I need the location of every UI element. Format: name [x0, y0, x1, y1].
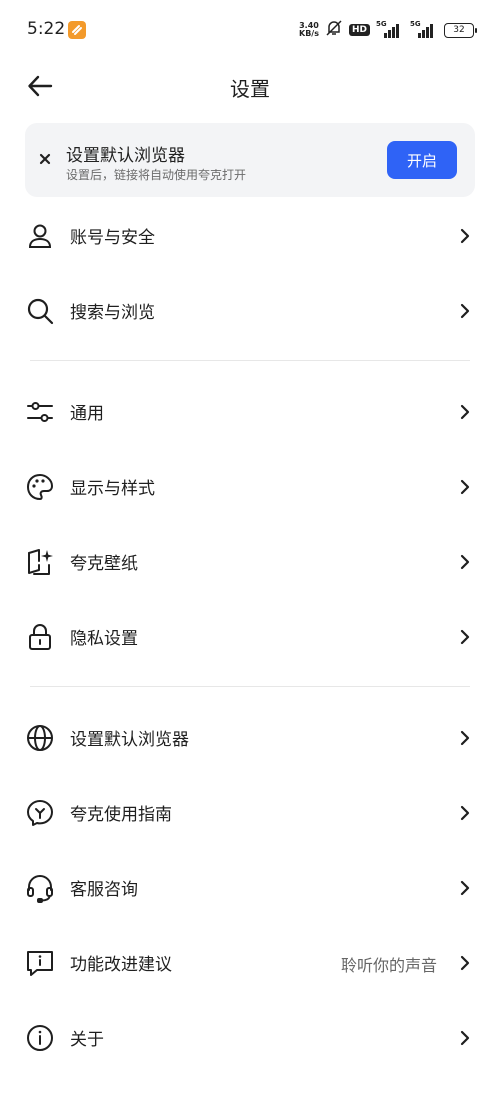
- enable-button[interactable]: 开启: [387, 141, 457, 179]
- globe-icon: [27, 725, 53, 751]
- wallpaper-icon: [28, 549, 53, 575]
- header: 设置: [0, 60, 500, 112]
- chevron-right-icon: [460, 404, 470, 420]
- chevron-right-icon: [460, 880, 470, 896]
- chevron-right-icon: [460, 730, 470, 746]
- search-icon: [27, 298, 54, 325]
- sliders-icon: [27, 402, 53, 422]
- item-label: 夸克壁纸: [70, 554, 138, 574]
- settings-item-display-style[interactable]: 显示与样式: [0, 457, 500, 517]
- chevron-right-icon: [460, 554, 470, 570]
- battery-level: 32: [453, 24, 465, 35]
- item-label: 通用: [70, 404, 104, 424]
- item-label: 功能改进建议: [70, 955, 172, 975]
- chevron-right-icon: [460, 479, 470, 495]
- chevron-right-icon: [460, 1030, 470, 1046]
- app-notification-icon: [68, 21, 86, 39]
- item-label: 账号与安全: [70, 228, 155, 248]
- settings-item-search-browse[interactable]: 搜索与浏览: [0, 281, 500, 341]
- settings-item-customer-service[interactable]: 客服咨询: [0, 858, 500, 918]
- status-time: 5:22: [27, 19, 66, 39]
- chevron-right-icon: [460, 805, 470, 821]
- hd-voice-badge: HD: [348, 24, 370, 36]
- mute-icon: [325, 19, 343, 41]
- banner-subtitle: 设置后，链接将自动使用夸克打开: [66, 168, 247, 182]
- signal-icon: 5G: [376, 20, 404, 38]
- banner-title: 设置默认浏览器: [66, 146, 185, 166]
- item-value: 聆听你的声音: [340, 956, 437, 975]
- signal-icon: 5G: [410, 20, 438, 38]
- item-label: 设置默认浏览器: [70, 730, 189, 750]
- item-label: 搜索与浏览: [70, 303, 155, 323]
- status-icons: 3.40 KB/s HD 5G 5G 32: [299, 18, 477, 42]
- item-label: 客服咨询: [70, 880, 138, 900]
- status-bar: 5:22 3.40 KB/s HD 5G 5G 32: [0, 0, 500, 60]
- network-speed: 3.40 KB/s: [299, 22, 319, 38]
- headset-icon: [27, 875, 53, 903]
- item-label: 夸克使用指南: [70, 805, 172, 825]
- palette-icon: [26, 473, 54, 501]
- network-speed-unit: KB/s: [299, 29, 319, 38]
- chevron-right-icon: [460, 228, 470, 244]
- banner-close-button[interactable]: [35, 149, 55, 169]
- page-title: 设置: [230, 77, 270, 101]
- lock-icon: [29, 624, 51, 650]
- settings-item-about[interactable]: 关于: [0, 1008, 500, 1068]
- settings-item-default-browser[interactable]: 设置默认浏览器: [0, 708, 500, 768]
- section-divider: [30, 686, 470, 687]
- settings-item-general[interactable]: 通用: [0, 382, 500, 442]
- settings-item-privacy[interactable]: 隐私设置: [0, 607, 500, 667]
- guide-icon: [27, 800, 53, 826]
- person-icon: [28, 224, 52, 248]
- close-icon: [39, 153, 51, 165]
- chevron-right-icon: [460, 955, 470, 971]
- settings-item-user-guide[interactable]: 夸克使用指南: [0, 783, 500, 843]
- settings-item-feedback[interactable]: 功能改进建议 聆听你的声音: [0, 933, 500, 993]
- item-label: 关于: [70, 1030, 104, 1050]
- settings-item-account-security[interactable]: 账号与安全: [0, 206, 500, 266]
- feedback-icon: [27, 951, 53, 976]
- battery-icon: 32: [444, 22, 477, 38]
- chevron-right-icon: [460, 629, 470, 645]
- section-divider: [30, 360, 470, 361]
- settings-item-wallpaper[interactable]: 夸克壁纸: [0, 532, 500, 592]
- default-browser-banner: 设置默认浏览器 设置后，链接将自动使用夸克打开 开启: [25, 123, 475, 197]
- chevron-right-icon: [460, 303, 470, 319]
- item-label: 隐私设置: [70, 629, 138, 649]
- item-label: 显示与样式: [70, 479, 155, 499]
- info-icon: [27, 1025, 53, 1051]
